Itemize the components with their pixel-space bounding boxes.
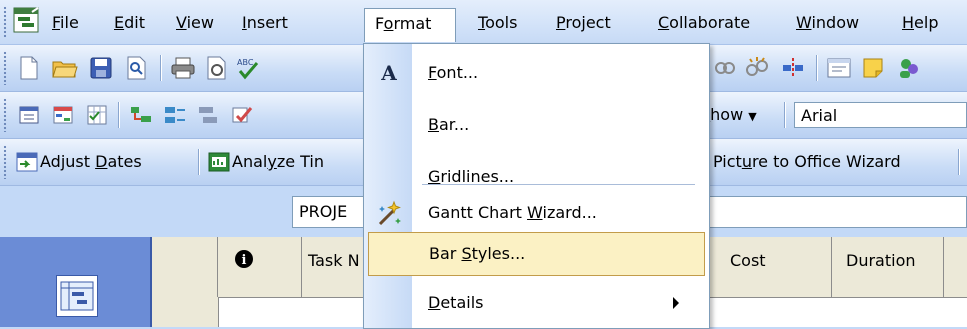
svg-text:i: i [242,253,247,268]
task-information-icon[interactable] [826,55,852,81]
toolbar-grip-2[interactable] [3,98,7,132]
print-preview-page-icon[interactable] [204,55,230,81]
new-document-icon[interactable] [16,55,42,81]
gantt-table-icon[interactable] [16,102,42,128]
menu-item-font-label: Font... [428,63,479,82]
menu-window[interactable]: Window [792,10,863,36]
toolbar-grip[interactable] [3,51,7,85]
calendar-sheet-icon[interactable] [84,102,110,128]
menu-bar: File Edit View Insert Format Tools Proje… [0,0,967,45]
link-tasks-icon[interactable] [712,55,738,81]
menu-item-font[interactable]: A Font... [364,48,709,98]
menu-project[interactable]: Project [552,10,615,36]
select-all-cell[interactable] [152,237,218,297]
analyze-timescaled-button[interactable]: Analyze Tin [232,149,324,175]
assign-resources-icon[interactable] [896,55,922,81]
gantt-chart-view-icon[interactable] [56,275,98,317]
spelling-icon[interactable]: ABC [236,55,262,81]
resource-sheet-icon[interactable] [50,102,76,128]
menu-item-bar[interactable]: Bar... [364,100,709,150]
menu-edit[interactable]: Edit [110,10,149,36]
font-a-icon: A [376,60,402,86]
menu-item-bar-styles[interactable]: Bar Styles... [368,232,705,276]
menubar-grip[interactable] [3,6,7,38]
menu-file[interactable]: File [48,10,83,36]
view-bar [0,237,152,327]
split-task-icon[interactable] [780,55,806,81]
svg-text:A: A [380,62,397,84]
menu-item-gantt-chart-wizard[interactable]: Gantt Chart Wizard... [364,188,709,238]
outline-outdent-icon[interactable] [162,102,188,128]
open-folder-icon[interactable] [52,55,78,81]
menu-item-bar-styles-label: Bar Styles... [429,244,526,263]
format-menu: A Font... Bar... Gridlines... Gantt Char… [363,43,710,329]
analyze-timescaled-icon [206,149,232,175]
cost-column-header[interactable]: Cost [702,237,832,297]
print-icon[interactable] [170,55,196,81]
duration-header-label: Duration [846,251,916,270]
menu-view[interactable]: View [172,10,218,36]
font-name-field[interactable]: Arial [794,102,967,128]
menu-collaborate[interactable]: Collaborate [654,10,754,36]
font-name-value: Arial [801,106,838,125]
menu-item-details[interactable]: Details [364,278,709,328]
indicators-column-header[interactable]: i [218,237,302,297]
outline-indent-icon[interactable] [128,102,154,128]
publish-icon[interactable] [230,102,256,128]
task-name-header-label: Task N [308,251,360,270]
wizard-icon [376,200,402,226]
duration-column-header[interactable]: Duration [832,237,944,297]
dropdown-arrow-icon: ▼ [748,110,757,123]
svg-text:ABC: ABC [237,58,254,67]
cost-header-label: Cost [730,251,766,270]
save-icon[interactable] [88,55,114,81]
entry-field-value: PROJE [299,202,348,221]
menu-help[interactable]: Help [898,10,942,36]
menu-format[interactable]: Format [364,8,456,42]
print-preview-icon[interactable] [124,55,150,81]
menu-separator [422,184,695,185]
adjust-dates-button[interactable]: Adjust Dates [40,149,142,175]
menu-tools[interactable]: Tools [474,10,521,36]
unlink-tasks-icon[interactable] [744,55,770,81]
copy-picture-wizard-button[interactable]: Picture to Office Wizard [713,149,901,175]
menu-item-details-label: Details [428,293,484,312]
project-document-icon[interactable] [12,6,40,34]
menu-insert[interactable]: Insert [238,10,292,36]
summary-tasks-icon[interactable] [196,102,222,128]
menu-item-bar-label: Bar... [428,115,470,134]
submenu-arrow-icon [673,297,679,309]
task-notes-icon[interactable] [860,55,886,81]
row-header [152,297,219,327]
info-icon: i [234,249,254,269]
menu-item-gantt-chart-wizard-label: Gantt Chart Wizard... [428,203,597,222]
toolbar-grip-3[interactable] [3,145,7,179]
adjust-dates-icon [14,149,40,175]
